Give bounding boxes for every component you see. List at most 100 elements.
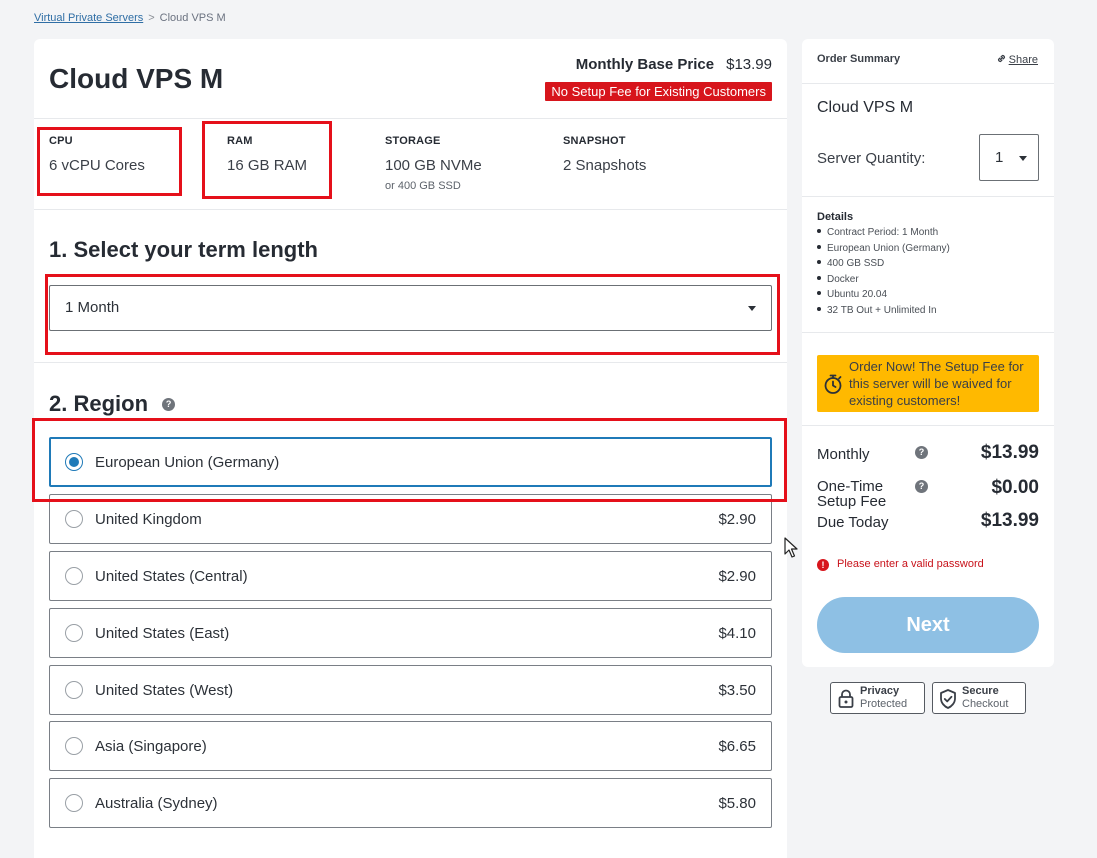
help-icon[interactable]: ? (162, 398, 176, 411)
order-summary-heading: Order Summary (817, 53, 901, 65)
checkout-label: Checkout (962, 698, 1009, 710)
share-link[interactable]: Share (996, 53, 1038, 66)
spec-value: 2 Snapshots (563, 157, 647, 174)
region-price: $2.90 (718, 511, 756, 528)
order-summary-panel: Order Summary Share Cloud VPS M Server Q… (802, 39, 1054, 667)
product-title: Cloud VPS M (49, 63, 224, 94)
spec-value: 100 GB NVMe (385, 157, 482, 174)
setup-fee-value: $0.00 (991, 477, 1039, 498)
divider (802, 332, 1054, 333)
monthly-base-price: $13.99 (726, 56, 772, 73)
spec-label: CPU (49, 135, 73, 147)
details-item: 32 TB Out + Unlimited In (817, 303, 950, 319)
region-option-us-west[interactable]: United States (West) $3.50 (49, 665, 772, 715)
price-block: Monthly Base Price $13.99 No Setup Fee fo… (545, 56, 772, 101)
radio-button[interactable] (65, 737, 83, 755)
protected-label: Protected (860, 698, 908, 710)
spec-snapshot: SNAPSHOT 2 Snapshots (563, 135, 646, 174)
region-option-uk[interactable]: United Kingdom $2.90 (49, 494, 772, 544)
share-label: Share (1008, 54, 1038, 66)
divider (802, 83, 1054, 84)
region-option-us-central[interactable]: United States (Central) $2.90 (49, 551, 772, 601)
help-icon[interactable]: ? (915, 446, 928, 459)
details-list: Contract Period: 1 Month European Union … (817, 225, 950, 318)
spec-ram: RAM 16 GB RAM (227, 135, 307, 174)
region-name: Australia (Sydney) (95, 795, 218, 812)
region-price: $4.10 (718, 625, 756, 642)
breadcrumb-current: Cloud VPS M (159, 12, 226, 24)
privacy-label: Privacy (860, 685, 900, 697)
next-button[interactable]: Next (817, 597, 1039, 653)
link-icon (997, 54, 1005, 63)
shield-check-icon (940, 689, 956, 709)
spec-value: 16 GB RAM (227, 157, 308, 174)
breadcrumb-separator: > (148, 12, 155, 24)
server-quantity-select[interactable]: 1 (979, 134, 1039, 181)
region-price: $5.80 (718, 795, 756, 812)
spec-cpu: CPU 6 vCPU Cores (49, 135, 145, 174)
stopwatch-icon (824, 374, 842, 394)
privacy-protected-badge: Privacy Protected (830, 682, 925, 714)
breadcrumb-link-vps[interactable]: Virtual Private Servers (34, 12, 143, 24)
radio-button[interactable] (65, 567, 83, 585)
spec-label: RAM (227, 135, 253, 147)
breadcrumb: Virtual Private Servers > Cloud VPS M (34, 12, 226, 24)
region-title-text: 2. Region (49, 391, 149, 416)
monthly-row: Monthly ? $13.99 (817, 442, 1039, 466)
region-option-australia[interactable]: Australia (Sydney) $5.80 (49, 778, 772, 828)
help-icon[interactable]: ? (915, 480, 928, 493)
details-item: 400 GB SSD (817, 256, 950, 272)
radio-button[interactable] (65, 681, 83, 699)
term-section-title: 1. Select your term length (49, 237, 318, 262)
server-quantity-label: Server Quantity: (817, 150, 926, 167)
radio-button[interactable] (65, 510, 83, 528)
monthly-base-price-label: Monthly Base Price (575, 56, 715, 73)
radio-button[interactable] (65, 794, 83, 812)
region-price: $3.50 (718, 682, 756, 699)
monthly-label: Monthly (817, 446, 870, 463)
product-card: Cloud VPS M Monthly Base Price $13.99 No … (34, 39, 787, 858)
details-item: Contract Period: 1 Month (817, 225, 950, 241)
region-name: European Union (Germany) (95, 454, 280, 471)
divider (34, 362, 787, 363)
caret-down-icon (1019, 156, 1027, 161)
setup-fee-label-line2: Setup Fee (817, 493, 887, 510)
region-option-asia[interactable]: Asia (Singapore) $6.65 (49, 721, 772, 771)
secure-checkout-badge: Secure Checkout (932, 682, 1026, 714)
setup-fee-notice: Order Now! The Setup Fee for this server… (817, 355, 1039, 412)
region-option-eu[interactable]: European Union (Germany) (49, 437, 772, 487)
divider (34, 118, 787, 119)
term-length-select[interactable]: 1 Month (49, 285, 772, 331)
spec-storage: STORAGE 100 GB NVMe or 400 GB SSD (385, 135, 482, 192)
password-error: ! Please enter a valid password (817, 558, 984, 571)
error-icon: ! (817, 559, 829, 571)
server-quantity-value: 1 (995, 149, 1004, 166)
details-item: Docker (817, 272, 950, 288)
caret-down-icon (748, 306, 756, 311)
summary-product-title: Cloud VPS M (817, 99, 914, 116)
monthly-value: $13.99 (980, 442, 1039, 463)
region-name: United States (East) (95, 625, 230, 642)
details-item: Ubuntu 20.04 (817, 287, 950, 303)
region-name: United Kingdom (95, 511, 202, 528)
setup-fee-label-line1: One-Time (817, 478, 884, 495)
notice-text: Order Now! The Setup Fee for this server… (849, 359, 1024, 408)
spec-label: SNAPSHOT (563, 135, 626, 147)
region-name: Asia (Singapore) (95, 738, 207, 755)
region-price: $2.90 (718, 568, 756, 585)
due-today-label: Due Today (817, 514, 889, 531)
radio-button-selected[interactable] (65, 453, 83, 471)
due-today-value: $13.99 (980, 510, 1039, 531)
region-section-title: 2. Region ? (49, 391, 176, 417)
divider (802, 425, 1054, 426)
error-text: Please enter a valid password (837, 558, 984, 570)
region-name: United States (West) (95, 682, 234, 699)
details-item: European Union (Germany) (817, 241, 950, 257)
region-name: United States (Central) (95, 568, 248, 585)
radio-button[interactable] (65, 624, 83, 642)
term-length-value: 1 Month (65, 299, 120, 316)
lock-icon (838, 689, 854, 708)
due-today-row: Due Today $13.99 (817, 510, 1039, 534)
secure-label: Secure (962, 685, 999, 697)
region-option-us-east[interactable]: United States (East) $4.10 (49, 608, 772, 658)
